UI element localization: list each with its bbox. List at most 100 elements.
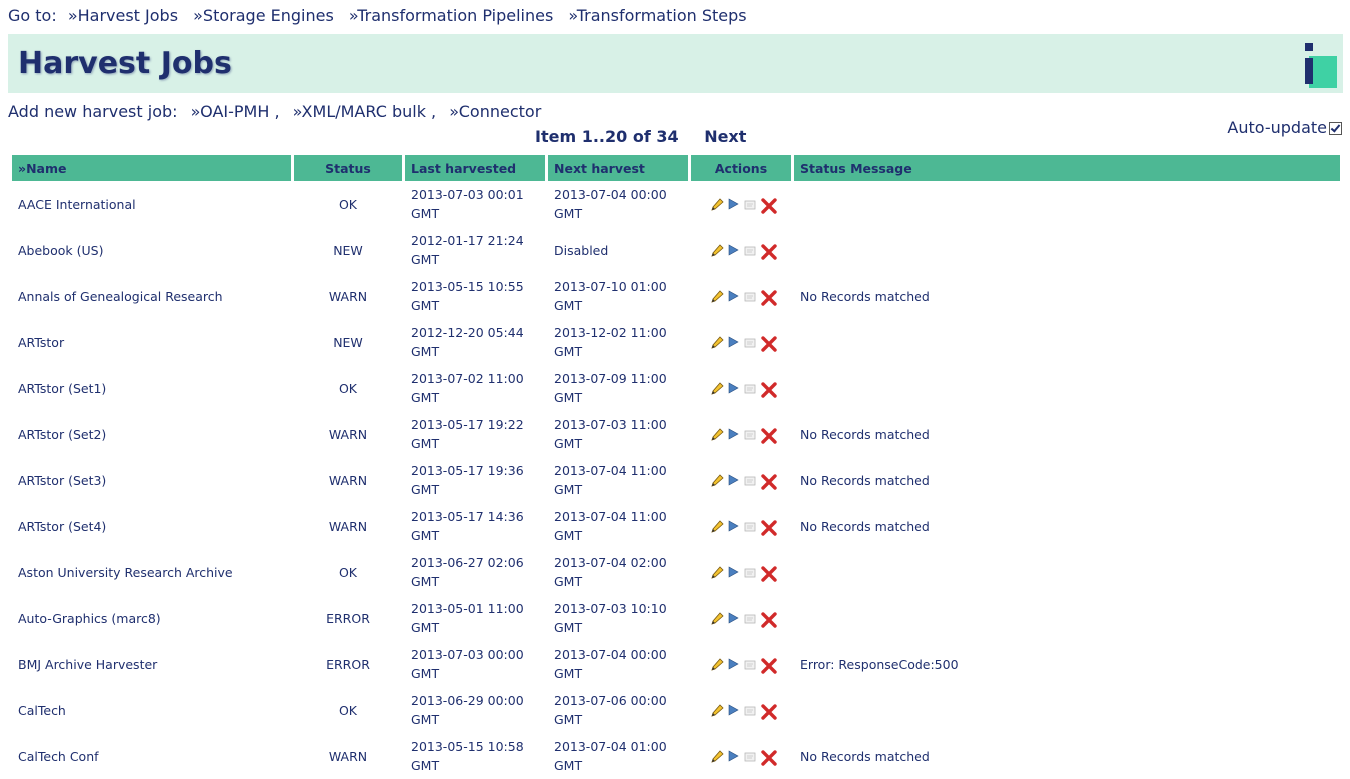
job-actions	[691, 503, 791, 549]
job-actions	[691, 411, 791, 457]
log-icon[interactable]	[743, 289, 757, 303]
log-icon[interactable]	[743, 703, 757, 717]
page-title: Harvest Jobs	[18, 46, 232, 81]
run-icon[interactable]	[726, 289, 740, 303]
pager-range: Item 1..20 of 34	[535, 127, 679, 146]
run-icon[interactable]	[726, 749, 740, 763]
run-icon[interactable]	[726, 427, 740, 441]
log-icon[interactable]	[743, 473, 757, 487]
delete-icon[interactable]	[760, 519, 777, 536]
job-last-harvested: 2012-01-17 21:24 GMT	[411, 233, 524, 267]
delete-icon[interactable]	[760, 611, 777, 628]
nav-link-transformation-pipelines[interactable]: »Transformation Pipelines	[349, 6, 553, 25]
log-icon[interactable]	[743, 519, 757, 533]
edit-icon[interactable]	[709, 657, 724, 671]
auto-update-checkbox[interactable]	[1329, 122, 1342, 135]
edit-icon[interactable]	[709, 335, 724, 349]
table-row: BMJ Archive Harvester ERROR 2013-07-03 0…	[12, 641, 1340, 687]
delete-icon[interactable]	[760, 381, 777, 398]
edit-icon[interactable]	[709, 703, 724, 717]
job-name[interactable]: Abebook (US)	[12, 227, 291, 273]
column-header-name[interactable]: »Name	[12, 155, 291, 181]
nav-link-harvest-jobs[interactable]: »Harvest Jobs	[68, 6, 178, 25]
delete-icon[interactable]	[760, 427, 777, 444]
log-icon[interactable]	[743, 657, 757, 671]
edit-icon[interactable]	[709, 565, 724, 579]
delete-icon[interactable]	[760, 289, 777, 306]
job-last-harvested: 2013-05-17 14:36 GMT	[411, 509, 524, 543]
nav-link-storage-engines[interactable]: »Storage Engines	[193, 6, 334, 25]
run-icon[interactable]	[726, 657, 740, 671]
run-icon[interactable]	[726, 243, 740, 257]
run-icon[interactable]	[726, 611, 740, 625]
job-name[interactable]: Aston University Research Archive	[12, 549, 291, 595]
run-icon[interactable]	[726, 381, 740, 395]
job-next-harvest: 2013-07-04 02:00 GMT	[554, 555, 667, 589]
delete-icon[interactable]	[760, 197, 777, 214]
column-header-last-harvested[interactable]: Last harvested	[405, 155, 545, 181]
log-icon[interactable]	[743, 749, 757, 763]
job-name[interactable]: ARTstor (Set2)	[12, 411, 291, 457]
edit-icon[interactable]	[709, 473, 724, 487]
edit-icon[interactable]	[709, 381, 724, 395]
run-icon[interactable]	[726, 197, 740, 211]
nav-link-transformation-steps[interactable]: »Transformation Steps	[568, 6, 746, 25]
run-icon[interactable]	[726, 473, 740, 487]
job-status: WARN	[328, 288, 368, 304]
delete-icon[interactable]	[760, 335, 777, 352]
job-status-message	[794, 227, 1340, 273]
job-name[interactable]: CalTech	[12, 687, 291, 733]
column-header-status-message[interactable]: Status Message	[794, 155, 1340, 181]
run-icon[interactable]	[726, 335, 740, 349]
edit-icon[interactable]	[709, 197, 724, 211]
log-icon[interactable]	[743, 335, 757, 349]
pager: Item 1..20 of 34 Next	[535, 127, 746, 146]
delete-icon[interactable]	[760, 565, 777, 582]
job-last-harvested: 2013-05-15 10:58 GMT	[411, 739, 524, 773]
edit-icon[interactable]	[709, 749, 724, 763]
delete-icon[interactable]	[760, 473, 777, 490]
add-oai-pmh-link[interactable]: »OAI-PMH ,	[191, 102, 280, 121]
job-name[interactable]: Annals of Genealogical Research	[12, 273, 291, 319]
edit-icon[interactable]	[709, 427, 724, 441]
pager-next-link[interactable]: Next	[704, 127, 746, 146]
run-icon[interactable]	[726, 519, 740, 533]
table-row: Annals of Genealogical Research WARN 201…	[12, 273, 1340, 319]
delete-icon[interactable]	[760, 749, 777, 766]
add-connector-link[interactable]: »Connector	[449, 102, 541, 121]
log-icon[interactable]	[743, 611, 757, 625]
edit-icon[interactable]	[709, 289, 724, 303]
delete-icon[interactable]	[760, 703, 777, 720]
run-icon[interactable]	[726, 703, 740, 717]
log-icon[interactable]	[743, 427, 757, 441]
job-status-message: No Records matched	[800, 518, 930, 534]
log-icon[interactable]	[743, 381, 757, 395]
job-name[interactable]: ARTstor (Set4)	[12, 503, 291, 549]
goto-label: Go to:	[8, 6, 57, 25]
column-header-next-harvest[interactable]: Next harvest	[548, 155, 688, 181]
edit-icon[interactable]	[709, 243, 724, 257]
table-row: AACE International OK 2013-07-03 00:01 GM…	[12, 181, 1340, 227]
table-row: ARTstor (Set3) WARN 2013-05-17 19:36 GMT …	[12, 457, 1340, 503]
add-xml-marc-bulk-link[interactable]: »XML/MARC bulk ,	[293, 102, 437, 121]
column-header-status[interactable]: Status	[294, 155, 402, 181]
log-icon[interactable]	[743, 197, 757, 211]
job-last-harvested: 2013-05-15 10:55 GMT	[411, 279, 524, 313]
job-name[interactable]: ARTstor (Set1)	[12, 365, 291, 411]
log-icon[interactable]	[743, 243, 757, 257]
run-icon[interactable]	[726, 565, 740, 579]
log-icon[interactable]	[743, 565, 757, 579]
job-name[interactable]: AACE International	[12, 181, 291, 227]
delete-icon[interactable]	[760, 243, 777, 260]
job-next-harvest: 2013-12-02 11:00 GMT	[554, 325, 667, 359]
job-actions	[691, 687, 791, 733]
job-name[interactable]: Auto-Graphics (marc8)	[12, 595, 291, 641]
edit-icon[interactable]	[709, 519, 724, 533]
edit-icon[interactable]	[709, 611, 724, 625]
job-name[interactable]: CalTech Conf	[12, 733, 291, 779]
job-name[interactable]: ARTstor (Set3)	[12, 457, 291, 503]
job-actions	[691, 595, 791, 641]
job-name[interactable]: BMJ Archive Harvester	[12, 641, 291, 687]
job-name[interactable]: ARTstor	[12, 319, 291, 365]
delete-icon[interactable]	[760, 657, 777, 674]
